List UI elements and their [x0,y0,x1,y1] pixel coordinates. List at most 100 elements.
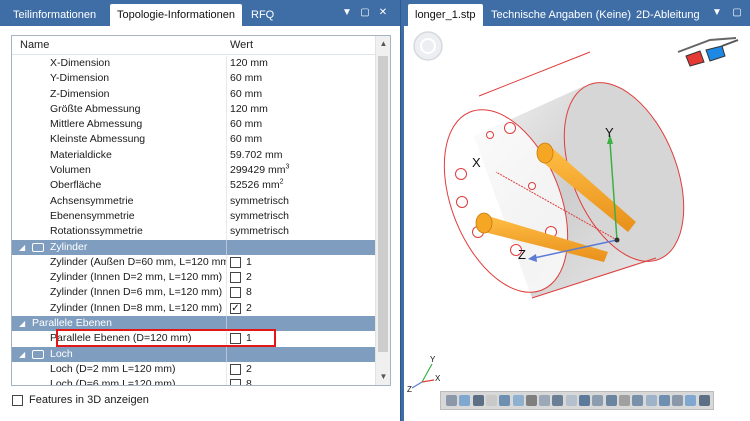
table-row[interactable]: Oberfläche 52526 mm2 [12,178,376,194]
tab-technische-angaben[interactable]: Technische Angaben (Keine) [484,4,638,26]
3d-glasses-icon[interactable] [677,37,739,67]
triad-x-label: X [435,374,441,383]
right-tabbar: longer_1.stp Technische Angaben (Keine) … [404,0,750,26]
table-row[interactable]: Zylinder (Innen D=2 mm, L=120 mm) 2 [12,270,376,286]
feature-checkbox[interactable] [230,287,241,299]
table-row[interactable]: Ebenensymmetrie symmetrisch [12,208,376,225]
toolbar-button-icon[interactable] [632,395,644,406]
row-value: 60 mm [230,87,263,100]
row-value: 120 mm [230,102,268,115]
column-header-value[interactable]: Wert [230,39,253,51]
table-row[interactable]: Y-Dimension 60 mm [12,71,376,87]
row-name: Zylinder (Innen D=6 mm, L=120 mm) [50,286,223,299]
table-row[interactable]: Größte Abmessung 120 mm [12,101,376,118]
table-row[interactable]: Materialdicke 59.702 mm [12,147,376,164]
tab-rfq[interactable]: RFQ [244,4,281,26]
row-name: Mittlere Abmessung [50,118,143,131]
table-row[interactable]: Volumen 299429 mm3 [12,163,376,179]
row-name: Materialdicke [50,148,112,161]
table-row[interactable]: Rotationssymmetrie symmetrisch [12,224,376,240]
table-row[interactable]: Loch (D=2 mm L=120 mm) 2 [12,361,376,378]
scroll-up-icon[interactable]: ▲ [376,36,390,52]
table-row[interactable]: X-Dimension 120 mm [12,56,376,72]
feature-checkbox[interactable] [230,379,241,385]
table-row[interactable]: Achsensymmetrie symmetrisch [12,193,376,209]
row-name: Volumen [50,164,91,177]
row-name: Loch (D=6 mm L=120 mm) [50,378,176,386]
maximize-icon[interactable]: ▢ [358,6,372,20]
feature-checkbox[interactable] [230,363,241,375]
property-grid: Name Wert X-Dimension 120 mm Y-Dimension 60… [11,35,391,386]
row-count: 2 [246,301,252,314]
group-row[interactable]: ◢ Zylinder [12,239,376,255]
row-value: 60 mm [230,133,263,146]
row-count: 8 [246,378,252,386]
feature-checkbox[interactable]: ✓ [230,302,241,314]
table-row[interactable]: Zylinder (Innen D=6 mm, L=120 mm) 8 [12,285,376,301]
checkbox[interactable] [12,395,23,406]
table-row[interactable]: Zylinder (Außen D=60 mm, L=120 mm) 1 [12,254,376,271]
toolbar-button-icon[interactable] [685,395,697,406]
table-row[interactable]: Zylinder (Innen D=8 mm, L=120 mm) ✓ 2 [12,300,376,317]
3d-viewport[interactable]: Y X Z Y X Z [404,26,750,421]
group-label: Loch [50,347,73,360]
tab-longer-stp[interactable]: longer_1.stp [408,4,483,26]
toolbar-button-icon[interactable] [552,395,564,406]
column-header-name[interactable]: Name [20,39,49,51]
feature-checkbox[interactable] [230,272,241,284]
feature-checkbox[interactable] [230,256,241,268]
maximize-icon[interactable]: ▢ [730,6,744,20]
table-row[interactable]: Loch (D=6 mm L=120 mm) 8 [12,377,376,386]
toolbar-button-icon[interactable] [592,395,604,406]
row-name: Zylinder (Innen D=8 mm, L=120 mm) [50,301,223,314]
tab-topologie-informationen[interactable]: Topologie-Informationen [110,4,243,26]
toolbar-button-icon[interactable] [605,395,617,406]
row-name: Oberfläche [50,179,102,192]
collapse-icon[interactable]: ◢ [19,240,25,255]
view-toolbar [440,391,714,410]
row-value: 60 mm [230,118,263,131]
toolbar-button-icon[interactable] [645,395,657,406]
toolbar-button-icon[interactable] [579,395,590,406]
row-count: 8 [246,286,252,299]
toolbar-button-icon[interactable] [565,395,577,406]
table-row[interactable]: Z-Dimension 60 mm [12,86,376,102]
tab-2d-ableitung[interactable]: 2D-Ableitung [629,4,707,26]
toolbar-button-icon[interactable] [446,395,457,406]
cylinder-model[interactable]: Y X Z [420,51,707,310]
group-icon [32,349,44,359]
tab-teilinformationen[interactable]: Teilinformationen [6,4,103,26]
toolbar-button-icon[interactable] [672,395,684,406]
collapse-icon[interactable]: ◢ [19,347,25,362]
3d-scene[interactable]: Y X Z Y X Z [404,26,750,421]
toolbar-button-icon[interactable] [485,395,497,406]
row-name: Y-Dimension [50,72,110,85]
toolbar-button-icon[interactable] [472,395,484,406]
table-row[interactable]: Kleinste Abmessung 60 mm [12,132,376,148]
row-name: Zylinder (Außen D=60 mm, L=120 mm) [50,255,226,268]
left-tabbar: Teilinformationen Topologie-Informatione… [0,0,400,26]
scrollbar-thumb[interactable] [378,56,388,352]
toolbar-button-icon[interactable] [525,395,537,406]
toolbar-button-icon[interactable] [459,395,471,406]
group-label: Zylinder [50,240,88,253]
toolbar-button-icon[interactable] [499,395,511,406]
toolbar-button-icon[interactable] [512,395,524,406]
table-row[interactable]: Mittlere Abmessung 60 mm [12,117,376,133]
scroll-down-icon[interactable]: ▼ [376,369,390,385]
row-value: 60 mm [230,72,263,85]
vertical-scrollbar[interactable]: ▲ ▼ [375,36,390,385]
toolbar-button-icon[interactable] [698,395,710,406]
group-icon [32,242,44,252]
close-icon[interactable]: ✕ [376,6,390,20]
triad-y-label: Y [430,355,436,364]
rotate-view-icon[interactable] [413,31,443,61]
collapse-icon[interactable]: ◢ [19,316,25,331]
selection-highlight [56,329,276,347]
toolbar-button-icon[interactable] [618,395,630,406]
group-row[interactable]: ◢ Loch [12,346,376,362]
tab-menu-icon[interactable]: ▼ [710,6,724,20]
toolbar-button-icon[interactable] [658,395,670,406]
toolbar-button-icon[interactable] [539,395,551,406]
tab-menu-icon[interactable]: ▼ [340,6,354,20]
